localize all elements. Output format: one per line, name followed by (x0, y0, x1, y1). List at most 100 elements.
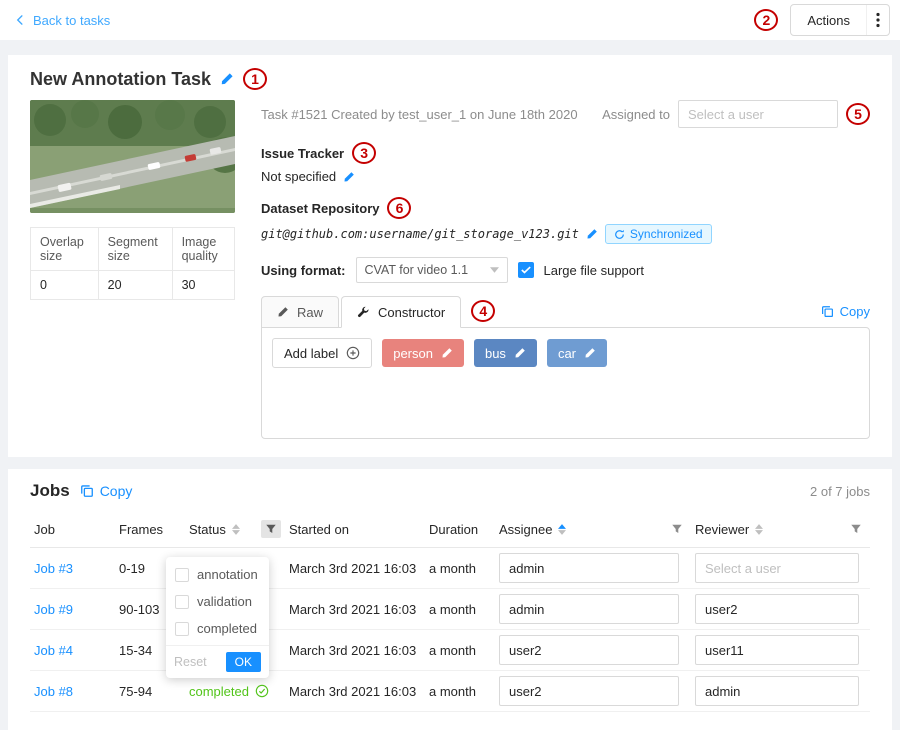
job-assignee-input[interactable] (499, 553, 679, 583)
edit-label-icon[interactable] (441, 347, 453, 359)
filter-ok-button[interactable]: OK (226, 652, 261, 672)
tab-constructor[interactable]: Constructor (341, 296, 461, 328)
labels-copy-link[interactable]: Copy (821, 304, 870, 319)
param-value-quality: 30 (172, 271, 234, 300)
format-select[interactable]: CVAT for video 1.1 (356, 257, 508, 283)
sort-icon[interactable] (755, 524, 763, 535)
param-header-segment: Segment size (98, 228, 172, 271)
edit-title-icon[interactable] (220, 72, 234, 86)
actions-button[interactable]: Actions (790, 4, 890, 36)
job-row: Job #9 90-103 March 3rd 2021 16:03 a mon… (30, 589, 870, 630)
back-link-label: Back to tasks (33, 13, 110, 28)
copy-icon (80, 484, 94, 498)
label-tag-bus[interactable]: bus (474, 339, 537, 367)
param-header-quality: Image quality (172, 228, 234, 271)
job-started: March 3rd 2021 16:03 (289, 684, 416, 699)
tab-raw-label: Raw (297, 305, 323, 320)
label-tag-car[interactable]: car (547, 339, 607, 367)
job-reviewer-input[interactable] (695, 594, 859, 624)
job-status: completed (189, 684, 249, 699)
edit-label-icon[interactable] (514, 347, 526, 359)
completed-check-icon (255, 684, 269, 698)
column-reviewer[interactable]: Reviewer (691, 511, 870, 548)
chevron-left-icon (14, 14, 26, 26)
job-link[interactable]: Job #9 (34, 602, 73, 617)
jobs-copy-link[interactable]: Copy (80, 483, 133, 499)
filter-option-label: annotation (197, 567, 258, 582)
actions-button-label: Actions (791, 5, 866, 35)
job-assignee-input[interactable] (499, 676, 679, 706)
job-link[interactable]: Job #4 (34, 643, 73, 658)
param-header-overlap: Overlap size (31, 228, 99, 271)
tab-constructor-label: Constructor (378, 305, 445, 320)
callout-1: 1 (243, 68, 267, 90)
jobs-card: Jobs Copy 2 of 7 jobs Job Frames Status (8, 469, 892, 730)
plus-circle-icon (346, 346, 360, 360)
job-row: Job #3 0-19 March 3rd 2021 16:03 a month (30, 548, 870, 589)
job-frames: 90-103 (119, 602, 159, 617)
repository-url: git@github.com:username/git_storage_v123… (261, 227, 579, 241)
column-duration: Duration (425, 511, 495, 548)
sort-icon[interactable] (558, 524, 566, 535)
job-reviewer-input[interactable] (695, 676, 859, 706)
filter-option-annotation[interactable]: annotation (166, 561, 269, 588)
callout-4: 4 (471, 300, 495, 322)
filter-option-label: validation (197, 594, 252, 609)
checkbox-unchecked[interactable] (175, 622, 189, 636)
callout-2: 2 (754, 9, 778, 31)
format-select-value: CVAT for video 1.1 (365, 263, 469, 277)
job-row: Job #4 15-34 March 3rd 2021 16:03 a mont… (30, 630, 870, 671)
job-link[interactable]: Job #8 (34, 684, 73, 699)
label-tag-person[interactable]: person (382, 339, 464, 367)
task-assignee-input[interactable] (678, 100, 838, 128)
task-preview-image (30, 100, 235, 213)
checkbox-unchecked[interactable] (175, 568, 189, 582)
label-tag-bus-name: bus (485, 346, 506, 361)
filter-option-validation[interactable]: validation (166, 588, 269, 615)
job-assignee-input[interactable] (499, 594, 679, 624)
tool-icon (357, 306, 370, 319)
job-started: March 3rd 2021 16:03 (289, 561, 416, 576)
back-to-tasks-link[interactable]: Back to tasks (14, 13, 110, 28)
large-file-label: Large file support (544, 263, 644, 278)
job-reviewer-input[interactable] (695, 553, 859, 583)
job-duration: a month (429, 684, 476, 699)
more-dots-icon[interactable] (866, 5, 889, 35)
top-bar: Back to tasks 2 Actions (0, 0, 900, 40)
checkbox-unchecked[interactable] (175, 595, 189, 609)
callout-3: 3 (352, 142, 376, 164)
param-value-overlap: 0 (31, 271, 99, 300)
job-duration: a month (429, 602, 476, 617)
jobs-table: Job Frames Status Started on (30, 511, 870, 712)
label-tag-person-name: person (393, 346, 433, 361)
job-duration: a month (429, 561, 476, 576)
jobs-count: 2 of 7 jobs (810, 484, 870, 499)
column-job: Job (30, 511, 115, 548)
large-file-checkbox[interactable] (518, 262, 534, 278)
edit-issue-tracker-icon[interactable] (343, 171, 355, 183)
tab-raw[interactable]: Raw (261, 296, 339, 328)
using-format-label: Using format: (261, 263, 346, 278)
job-duration: a month (429, 643, 476, 658)
label-tag-car-name: car (558, 346, 576, 361)
column-status[interactable]: Status (185, 511, 285, 548)
edit-repository-icon[interactable] (586, 228, 598, 240)
job-link[interactable]: Job #3 (34, 561, 73, 576)
jobs-copy-label: Copy (100, 483, 133, 499)
status-filter-icon[interactable] (261, 520, 281, 538)
job-reviewer-input[interactable] (695, 635, 859, 665)
dataset-repository-label: Dataset Repository (261, 201, 379, 216)
reviewer-filter-icon[interactable] (846, 520, 866, 538)
labels-constructor-panel: Add label person bus (261, 327, 870, 439)
column-assignee[interactable]: Assignee (495, 511, 691, 548)
sort-icon[interactable] (232, 524, 240, 535)
job-assignee-input[interactable] (499, 635, 679, 665)
job-frames: 15-34 (119, 643, 152, 658)
filter-reset-button[interactable]: Reset (174, 655, 207, 669)
assignee-filter-icon[interactable] (667, 520, 687, 538)
add-label-button[interactable]: Add label (272, 338, 372, 368)
edit-label-icon[interactable] (584, 347, 596, 359)
labels-copy-label: Copy (840, 304, 870, 319)
jobs-title: Jobs (30, 481, 70, 501)
filter-option-completed[interactable]: completed (166, 615, 269, 642)
